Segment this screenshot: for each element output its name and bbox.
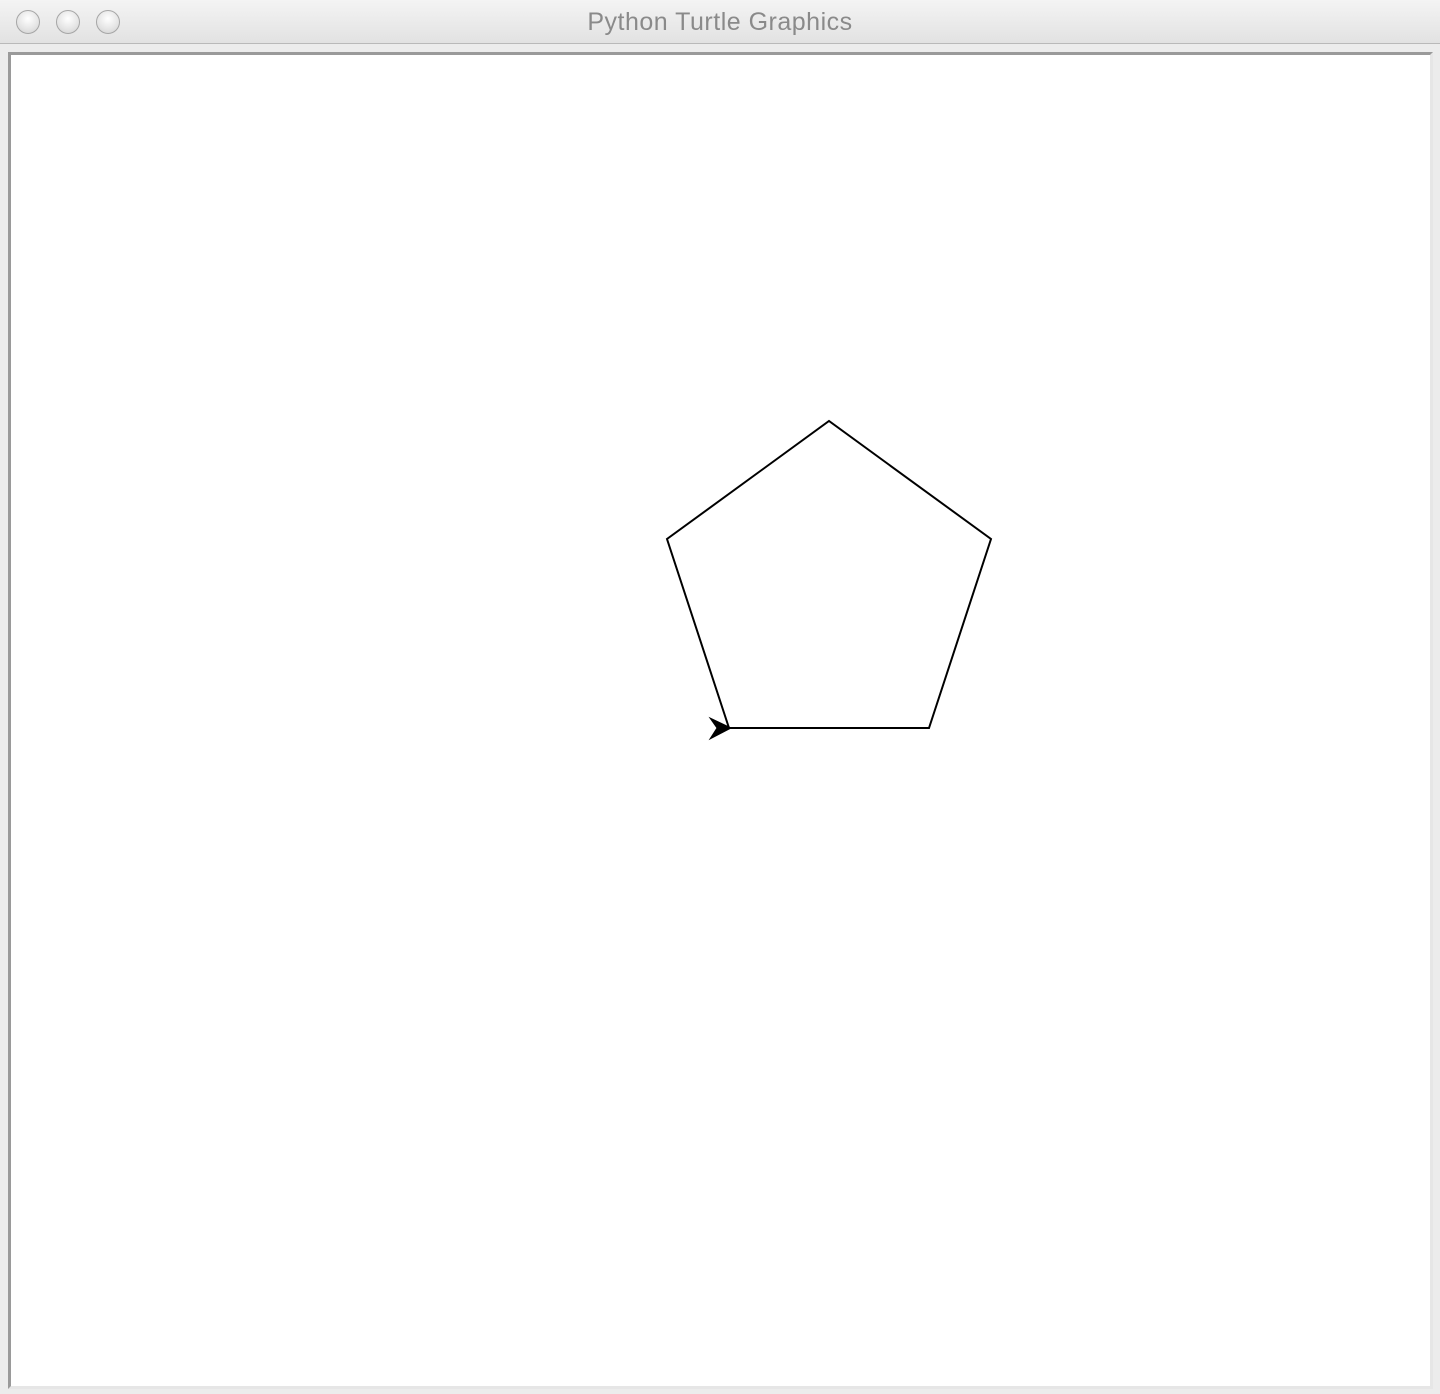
window-title: Python Turtle Graphics [587,8,853,36]
pentagon-path [665,419,993,729]
title-bar[interactable]: Python Turtle Graphics [0,0,1440,44]
turtle-canvas[interactable] [8,52,1433,1389]
turtle-arrow-icon [708,716,733,741]
turtle-window: Python Turtle Graphics [0,0,1440,1394]
drawing-surface [665,419,993,741]
